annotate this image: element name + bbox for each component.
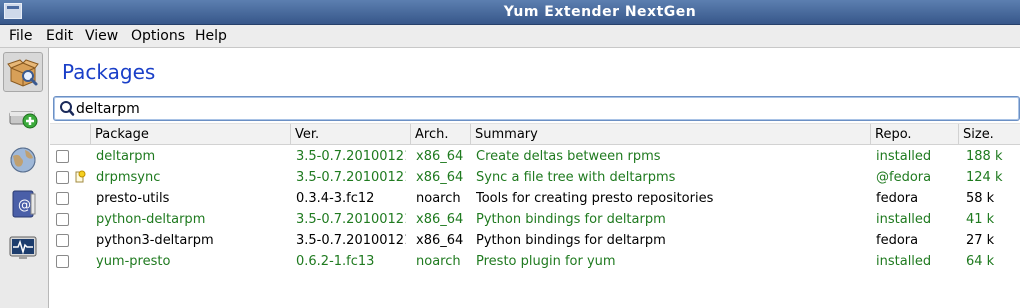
menu-view[interactable]: View: [85, 28, 118, 44]
packages-box-icon: [7, 59, 39, 87]
sidebar: @: [0, 48, 49, 308]
cell-size: 58 k: [966, 191, 995, 206]
cell-arch: noarch: [416, 191, 461, 206]
header-summary[interactable]: Summary: [470, 124, 870, 145]
cell-version: 3.5-0.7.20100121g: [296, 170, 406, 185]
menu-options[interactable]: Options: [131, 28, 185, 44]
svg-text:@: @: [18, 198, 31, 213]
table-row[interactable]: yum-presto 0.6.2-1.fc13 noarch Presto pl…: [50, 251, 1020, 272]
cell-arch: x86_64: [416, 233, 464, 248]
cell-repo: @fedora: [876, 170, 932, 185]
history-book-icon: @: [12, 190, 36, 218]
select-checkbox[interactable]: [56, 150, 69, 163]
packages-view-button[interactable]: [3, 52, 43, 92]
cell-summary: Tools for creating presto repositories: [476, 191, 714, 206]
cell-arch: x86_64: [416, 170, 464, 185]
menu-edit[interactable]: Edit: [46, 28, 73, 44]
table-header: Package Ver. Arch. Summary Repo. Size.: [50, 123, 1020, 145]
menu-help[interactable]: Help: [195, 28, 227, 44]
cell-package: deltarpm: [96, 149, 156, 164]
cell-arch: x86_64: [416, 212, 464, 227]
cell-size: 64 k: [966, 254, 995, 269]
select-checkbox[interactable]: [56, 192, 69, 205]
header-repo[interactable]: Repo.: [870, 124, 958, 145]
cell-arch: x86_64: [416, 149, 464, 164]
cell-package: presto-utils: [96, 191, 170, 206]
cell-size: 27 k: [966, 233, 995, 248]
history-view-button[interactable]: @: [3, 184, 43, 224]
cell-package: drpmsync: [96, 170, 161, 185]
cell-repo: installed: [876, 149, 932, 164]
cell-version: 0.6.2-1.fc13: [296, 254, 375, 269]
table-row[interactable]: python-deltarpm 3.5-0.7.20100121g x86_64…: [50, 209, 1020, 230]
main-panel: Packages Package Ver. Arch. Summary Repo…: [50, 48, 1020, 308]
cell-summary: Python bindings for deltarpm: [476, 233, 666, 248]
output-monitor-icon: [9, 236, 37, 259]
cell-size: 124 k: [966, 170, 1003, 185]
search-icon: [60, 101, 75, 116]
cell-package: python3-deltarpm: [96, 233, 214, 248]
cell-repo: installed: [876, 254, 932, 269]
cell-summary: Create deltas between rpms: [476, 149, 661, 164]
update-available-icon: [75, 170, 86, 183]
header-package[interactable]: Package: [90, 124, 290, 145]
cell-version: 0.3.4-3.fc12: [296, 191, 375, 206]
package-list: deltarpm 3.5-0.7.20100121g x86_64 Create…: [50, 146, 1020, 272]
cell-size: 41 k: [966, 212, 995, 227]
output-view-button[interactable]: [3, 228, 43, 268]
cell-summary: Presto plugin for yum: [476, 254, 616, 269]
search-input[interactable]: [76, 99, 976, 118]
menu-file[interactable]: File: [9, 28, 32, 44]
search-box[interactable]: [53, 96, 1020, 121]
groups-globe-icon: [10, 147, 36, 173]
cell-repo: fedora: [876, 233, 919, 248]
select-checkbox[interactable]: [56, 234, 69, 247]
cell-version: 3.5-0.7.20100121g: [296, 212, 406, 227]
menu-bar: File Edit View Options Help: [0, 25, 1020, 48]
table-row[interactable]: deltarpm 3.5-0.7.20100121g x86_64 Create…: [50, 146, 1020, 167]
header-size[interactable]: Size.: [958, 124, 1020, 145]
header-select-column[interactable]: [50, 124, 90, 145]
cell-version: 3.5-0.7.20100121g: [296, 233, 406, 248]
cell-repo: installed: [876, 212, 932, 227]
repositories-view-button[interactable]: [3, 96, 43, 136]
window-titlebar: Yum Extender NextGen: [0, 0, 1020, 25]
window-title: Yum Extender NextGen: [503, 4, 697, 20]
header-version[interactable]: Ver.: [290, 124, 410, 145]
page-title: Packages: [62, 60, 156, 84]
cell-version: 3.5-0.7.20100121g: [296, 149, 406, 164]
table-row[interactable]: drpmsync 3.5-0.7.20100121g x86_64 Sync a…: [50, 167, 1020, 188]
select-checkbox[interactable]: [56, 213, 69, 226]
cell-summary: Python bindings for deltarpm: [476, 212, 666, 227]
table-row[interactable]: python3-deltarpm 3.5-0.7.20100121g x86_6…: [50, 230, 1020, 251]
groups-view-button[interactable]: [3, 140, 43, 180]
cell-package: yum-presto: [96, 254, 171, 269]
select-checkbox[interactable]: [56, 171, 69, 184]
header-arch[interactable]: Arch.: [410, 124, 470, 145]
add-repo-drive-icon: [9, 111, 38, 129]
cell-summary: Sync a file tree with deltarpms: [476, 170, 676, 185]
cell-arch: noarch: [416, 254, 461, 269]
cell-size: 188 k: [966, 149, 1003, 164]
cell-repo: fedora: [876, 191, 919, 206]
table-row[interactable]: presto-utils 0.3.4-3.fc12 noarch Tools f…: [50, 188, 1020, 209]
cell-package: python-deltarpm: [96, 212, 206, 227]
select-checkbox[interactable]: [56, 255, 69, 268]
